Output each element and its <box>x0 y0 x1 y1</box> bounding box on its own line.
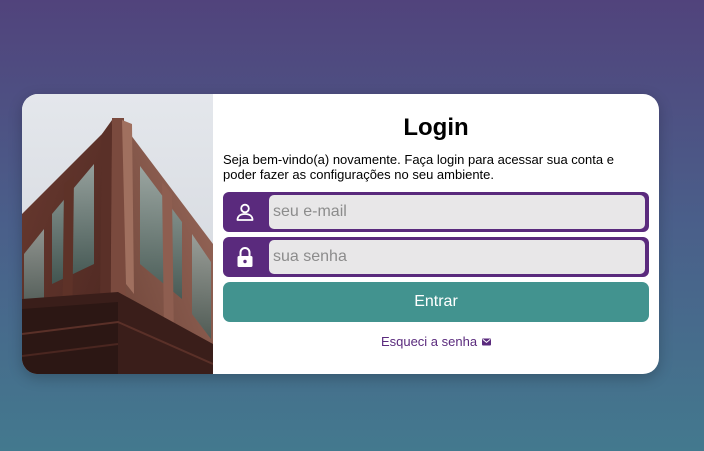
welcome-text: Seja bem-vindo(a) novamente. Faça login … <box>223 152 614 182</box>
envelope-icon <box>482 334 492 349</box>
email-field-group <box>223 192 649 232</box>
login-button[interactable]: Entrar <box>223 282 649 322</box>
forgot-password-link[interactable]: Esqueci a senha <box>380 334 492 349</box>
forgot-password-label: Esqueci a senha <box>380 334 478 349</box>
password-field-group <box>223 237 649 277</box>
login-card: Login Seja bem-vindo(a) novamente. Faça … <box>22 94 659 374</box>
forgot-password-row: Esqueci a senha <box>213 334 659 349</box>
building-photo <box>22 94 213 374</box>
login-form: Login Seja bem-vindo(a) novamente. Faça … <box>213 94 659 374</box>
page-title: Login <box>403 114 469 141</box>
user-icon <box>223 192 267 232</box>
password-input[interactable] <box>269 240 645 274</box>
email-input[interactable] <box>269 195 645 229</box>
lock-icon <box>223 237 267 277</box>
